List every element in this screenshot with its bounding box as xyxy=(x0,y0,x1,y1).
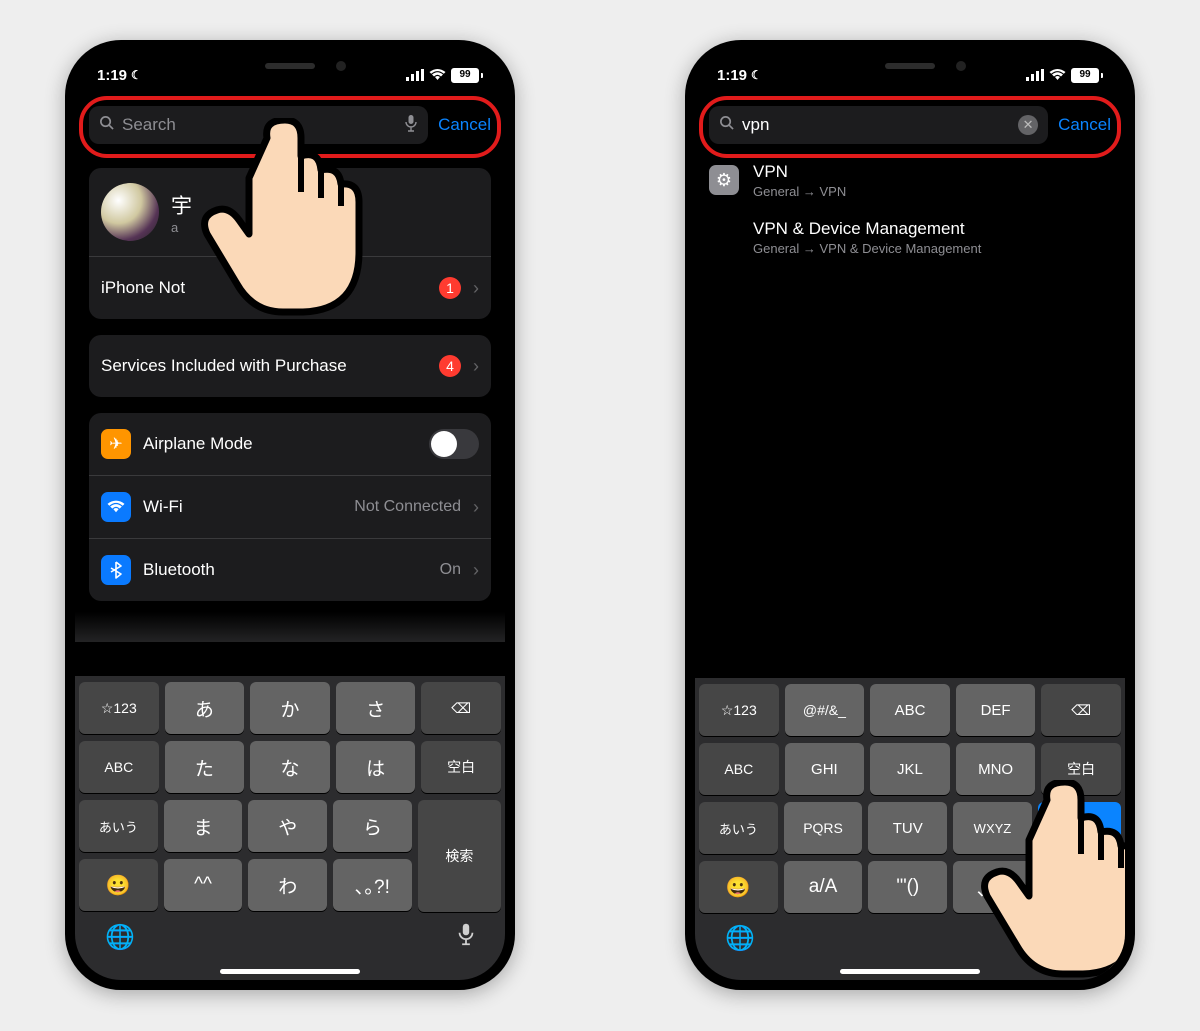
key-space[interactable]: 空白 xyxy=(421,741,501,793)
search-field[interactable]: ✕ xyxy=(709,106,1048,144)
key[interactable]: ☆123 xyxy=(79,682,159,734)
home-indicator[interactable] xyxy=(220,969,360,974)
cellular-icon xyxy=(406,69,424,81)
search-input[interactable] xyxy=(740,114,1012,136)
wifi-icon xyxy=(429,69,446,81)
keyboard[interactable]: ☆123 あ か さ ⌫ ABC た な は 空白 あいう ま や xyxy=(75,676,505,980)
row-bluetooth[interactable]: Bluetooth On › xyxy=(89,538,491,601)
key[interactable]: さ xyxy=(336,682,416,734)
key[interactable]: あ xyxy=(165,682,245,734)
key[interactable]: あいう xyxy=(79,800,158,852)
badge: 4 xyxy=(439,355,461,377)
key[interactable]: わ xyxy=(248,859,327,911)
key[interactable]: ^^ xyxy=(164,859,243,911)
chevron-right-icon: › xyxy=(473,278,479,299)
globe-icon[interactable]: 🌐 xyxy=(725,924,755,953)
gear-icon: ⚙ xyxy=(709,165,739,195)
key[interactable]: は xyxy=(336,741,416,793)
cellular-icon xyxy=(1026,69,1044,81)
airplane-icon: ✈ xyxy=(101,429,131,459)
cancel-button[interactable]: Cancel xyxy=(438,115,491,135)
row-iphone-not-backed[interactable]: iPhone Not 1 › xyxy=(89,256,491,319)
chevron-right-icon: › xyxy=(473,560,479,581)
profile-sub: a xyxy=(171,220,479,235)
dictation-icon[interactable] xyxy=(457,922,475,953)
search-field[interactable] xyxy=(89,106,428,144)
home-indicator[interactable] xyxy=(840,969,980,974)
bluetooth-icon xyxy=(101,555,131,585)
airplane-toggle[interactable] xyxy=(429,429,479,459)
profile-name: 宇 xyxy=(171,190,479,220)
key[interactable]: な xyxy=(250,741,330,793)
key[interactable]: WXYZ xyxy=(953,802,1032,854)
key[interactable]: PQRS xyxy=(784,802,863,854)
key[interactable]: や xyxy=(248,800,327,852)
do-not-disturb-icon: ☾ xyxy=(751,68,762,82)
result-vpn[interactable]: ⚙ VPN General → VPN xyxy=(695,152,1125,209)
key-space[interactable]: 空白 xyxy=(1041,743,1121,795)
wifi-icon xyxy=(101,492,131,522)
key[interactable]: JKL xyxy=(870,743,950,795)
avatar xyxy=(101,183,159,241)
key-backspace[interactable]: ⌫ xyxy=(1041,684,1121,736)
key[interactable]: ABC xyxy=(699,743,779,795)
key-emoji[interactable]: 😀 xyxy=(699,861,778,913)
key[interactable]: DEF xyxy=(956,684,1036,736)
key[interactable]: ABC xyxy=(79,741,159,793)
key-backspace[interactable]: ⌫ xyxy=(421,682,501,734)
cancel-button[interactable]: Cancel xyxy=(1058,115,1111,135)
key[interactable]: TUV xyxy=(868,802,947,854)
key[interactable]: ABC xyxy=(870,684,950,736)
clear-icon[interactable]: ✕ xyxy=(1018,115,1038,135)
chevron-right-icon: › xyxy=(473,497,479,518)
wifi-icon xyxy=(1049,69,1066,81)
phone-left: 1:19 ☾ 99 Cancel xyxy=(65,40,515,990)
key[interactable]: ら xyxy=(333,800,412,852)
key[interactable]: か xyxy=(250,682,330,734)
phone-right: 1:19 ☾ 99 ✕ Cancel ⚙ xyxy=(685,40,1135,990)
keyboard[interactable]: ☆123 @#/&_ ABC DEF ⌫ ABC GHI JKL MNO 空白 … xyxy=(695,678,1125,980)
chevron-right-icon: › xyxy=(473,356,479,377)
result-vpn-device-mgmt[interactable]: VPN & Device Management General → VPN & … xyxy=(695,209,1125,266)
key-emoji[interactable]: 😀 xyxy=(79,859,158,911)
key[interactable]: GHI xyxy=(785,743,865,795)
key[interactable]: ､,?! xyxy=(953,861,1032,913)
key[interactable]: '"() xyxy=(868,861,947,913)
do-not-disturb-icon: ☾ xyxy=(131,68,142,82)
search-icon xyxy=(99,115,114,135)
row-wifi[interactable]: Wi-Fi Not Connected › xyxy=(89,475,491,538)
battery-icon: 99 xyxy=(1071,68,1103,83)
apple-id-row[interactable]: 宇 a xyxy=(89,168,491,256)
globe-icon[interactable]: 🌐 xyxy=(105,923,135,952)
key[interactable]: た xyxy=(165,741,245,793)
key[interactable]: ､｡?! xyxy=(333,859,412,911)
key-search[interactable] xyxy=(1038,802,1121,914)
badge: 1 xyxy=(439,277,461,299)
row-airplane[interactable]: ✈ Airplane Mode xyxy=(89,413,491,475)
key[interactable]: ☆123 xyxy=(699,684,779,736)
key[interactable]: a/A xyxy=(784,861,863,913)
search-input[interactable] xyxy=(120,114,398,136)
key[interactable]: ま xyxy=(164,800,243,852)
status-time: 1:19 xyxy=(97,67,127,84)
key-search[interactable]: 検索 xyxy=(418,800,501,912)
status-time: 1:19 xyxy=(717,67,747,84)
search-icon xyxy=(719,115,734,135)
row-services[interactable]: Services Included with Purchase 4 › xyxy=(89,335,491,397)
battery-icon: 99 xyxy=(451,68,483,83)
key[interactable]: あいう xyxy=(699,802,778,854)
key[interactable]: @#/&_ xyxy=(785,684,865,736)
dictation-icon[interactable] xyxy=(404,114,418,137)
key[interactable]: MNO xyxy=(956,743,1036,795)
